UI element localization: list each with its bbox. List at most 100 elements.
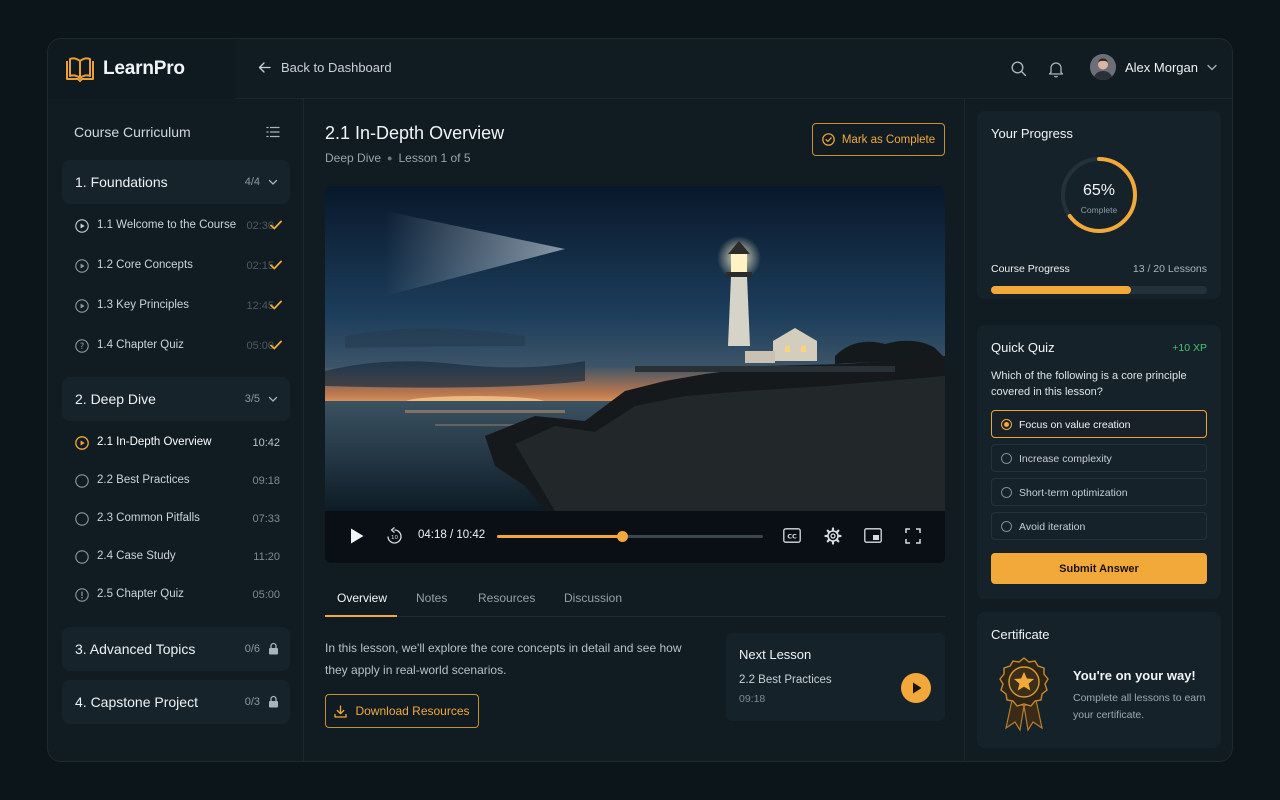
quiz-option-label: Increase complexity bbox=[1019, 453, 1112, 465]
section-label: 2. Deep Dive bbox=[75, 391, 156, 407]
submit-answer-button[interactable]: Submit Answer bbox=[991, 553, 1207, 584]
progress-percent-caption: Complete bbox=[1080, 205, 1118, 215]
picture-in-picture-icon[interactable] bbox=[864, 528, 882, 543]
lesson-duration: 07:33 bbox=[252, 513, 280, 525]
overview-description: In this lesson, we'll explore the core c… bbox=[325, 641, 682, 677]
question-circle-icon: ? bbox=[75, 339, 89, 353]
progress-percent: 65% bbox=[1082, 182, 1116, 199]
lesson-position: Lesson 1 of 5 bbox=[398, 151, 471, 165]
video-frame-lighthouse bbox=[325, 186, 945, 511]
section-deep-dive[interactable]: 2. Deep Dive 3/5 bbox=[62, 377, 290, 421]
quiz-option-label: Short-term optimization bbox=[1019, 487, 1128, 499]
rewind-10-icon[interactable]: 10 bbox=[386, 527, 403, 545]
radio-button[interactable] bbox=[1001, 419, 1012, 430]
lesson-item[interactable]: 1.3 Key Principles 12:45 bbox=[62, 290, 290, 322]
tab-resources[interactable]: Resources bbox=[478, 591, 535, 605]
lesson-label: 1.3 Key Principles bbox=[97, 299, 190, 311]
next-lesson-play-button[interactable] bbox=[901, 673, 931, 703]
next-lesson-card[interactable]: Next Lesson 2.2 Best Practices 09:18 bbox=[726, 633, 945, 721]
cc-icon[interactable]: CC bbox=[783, 528, 801, 543]
back-label: Back to Dashboard bbox=[281, 60, 392, 75]
book-icon bbox=[66, 57, 94, 82]
back-to-dashboard-link[interactable]: Back to Dashboard bbox=[258, 60, 392, 75]
tab-notes[interactable]: Notes bbox=[416, 591, 447, 605]
lesson-item[interactable]: 2.3 Common Pitfalls 07:33 bbox=[62, 503, 290, 535]
check-icon bbox=[270, 260, 282, 270]
user-menu[interactable]: Alex Morgan bbox=[1090, 54, 1217, 80]
content-tabs: Overview Notes Resources Discussion bbox=[325, 589, 945, 617]
lesson-label: 2.5 Chapter Quiz bbox=[97, 588, 184, 600]
fullscreen-icon[interactable] bbox=[905, 528, 921, 544]
lesson-label: 2.1 In-Depth Overview bbox=[97, 436, 212, 448]
bell-icon[interactable] bbox=[1047, 60, 1065, 78]
lesson-item[interactable]: ? 1.4 Chapter Quiz 05:00 bbox=[62, 330, 290, 362]
lesson-item-current[interactable]: 2.1 In-Depth Overview 10:42 bbox=[62, 427, 290, 459]
section-count: 0/6 bbox=[244, 643, 260, 655]
next-lesson-duration: 09:18 bbox=[739, 693, 766, 705]
gear-icon[interactable] bbox=[824, 527, 842, 545]
progress-fill bbox=[497, 535, 623, 538]
section-label: 3. Advanced Topics bbox=[75, 641, 196, 657]
play-icon[interactable] bbox=[349, 527, 365, 545]
download-resources-button[interactable]: Download Resources bbox=[325, 694, 479, 728]
chevron-down-icon bbox=[1207, 64, 1217, 70]
xp-badge: +10 XP bbox=[1172, 342, 1207, 354]
quiz-option[interactable]: Avoid iteration bbox=[991, 512, 1207, 540]
lesson-item[interactable]: 1.1 Welcome to the Course 02:30 bbox=[62, 210, 290, 242]
lesson-item[interactable]: 2.4 Case Study 11:20 bbox=[62, 541, 290, 573]
lesson-label: 2.3 Common Pitfalls bbox=[97, 512, 200, 524]
time-separator: / bbox=[449, 529, 454, 541]
check-icon bbox=[270, 220, 282, 230]
section-count: 0/3 bbox=[244, 696, 260, 708]
quiz-option-label: Focus on value creation bbox=[1019, 419, 1131, 431]
tab-overview[interactable]: Overview bbox=[337, 591, 387, 605]
radio-button[interactable] bbox=[1001, 453, 1012, 464]
duration: 10:42 bbox=[456, 529, 486, 541]
radio-button[interactable] bbox=[1001, 487, 1012, 498]
quiz-card: Quick Quiz +10 XP Which of the following… bbox=[977, 325, 1221, 599]
radio-button[interactable] bbox=[1001, 521, 1012, 532]
lesson-duration: 11:20 bbox=[253, 551, 280, 563]
download-icon bbox=[334, 704, 348, 718]
logo-area: LearnPro bbox=[48, 39, 235, 99]
quiz-question: Which of the following is a core princip… bbox=[991, 370, 1187, 398]
list-icon[interactable] bbox=[266, 126, 280, 138]
lesson-duration: 10:42 bbox=[252, 437, 280, 449]
progress-scrubber[interactable] bbox=[497, 531, 763, 542]
active-tab-indicator bbox=[325, 615, 397, 617]
lesson-label: 1.1 Welcome to the Course bbox=[97, 219, 237, 231]
svg-text:10: 10 bbox=[391, 535, 398, 541]
arrow-left-icon bbox=[258, 62, 271, 73]
lesson-item[interactable]: 1.2 Core Concepts 02:15 bbox=[62, 250, 290, 282]
curriculum-title: Course Curriculum bbox=[74, 124, 191, 140]
scrubber-handle[interactable] bbox=[617, 531, 629, 542]
section-label: 1. Foundations bbox=[75, 174, 168, 190]
empty-circle-icon bbox=[75, 512, 89, 526]
chevron-down-icon bbox=[268, 179, 278, 185]
certificate-text: Complete all lessons to earn your certif… bbox=[1073, 692, 1206, 721]
course-progress-bar bbox=[991, 286, 1207, 294]
lesson-item[interactable]: 2.5 Chapter Quiz 05:00 bbox=[62, 579, 290, 611]
svg-text:?: ? bbox=[80, 342, 85, 352]
quiz-option[interactable]: Increase complexity bbox=[991, 444, 1207, 472]
app-window: LearnPro Back to Dashboard Alex Morgan C… bbox=[47, 38, 1233, 762]
course-progress-fill bbox=[991, 286, 1132, 294]
page-title: 2.1 In-Depth Overview bbox=[325, 123, 505, 143]
avatar bbox=[1090, 54, 1116, 80]
quiz-option[interactable]: Short-term optimization bbox=[991, 478, 1207, 506]
tab-discussion[interactable]: Discussion bbox=[564, 591, 622, 605]
search-icon[interactable] bbox=[1010, 60, 1028, 78]
video-player[interactable]: 10 04:18 / 10:42 CC bbox=[325, 186, 945, 563]
mark-complete-button[interactable]: Mark as Complete bbox=[812, 123, 945, 156]
player-controls: 10 04:18 / 10:42 CC bbox=[325, 511, 945, 563]
section-advanced-topics[interactable]: 3. Advanced Topics 0/6 bbox=[62, 627, 290, 671]
lesson-duration: 09:18 bbox=[252, 475, 280, 487]
medal-icon bbox=[999, 657, 1049, 732]
quiz-option[interactable]: Focus on value creation bbox=[991, 410, 1207, 438]
next-lesson-heading: Next Lesson bbox=[739, 647, 812, 662]
quiz-circle-icon bbox=[75, 588, 89, 602]
svg-text:CC: CC bbox=[787, 532, 797, 540]
section-capstone-project[interactable]: 4. Capstone Project 0/3 bbox=[62, 680, 290, 724]
lesson-item[interactable]: 2.2 Best Practices 09:18 bbox=[62, 465, 290, 497]
section-foundations[interactable]: 1. Foundations 4/4 bbox=[62, 160, 290, 204]
